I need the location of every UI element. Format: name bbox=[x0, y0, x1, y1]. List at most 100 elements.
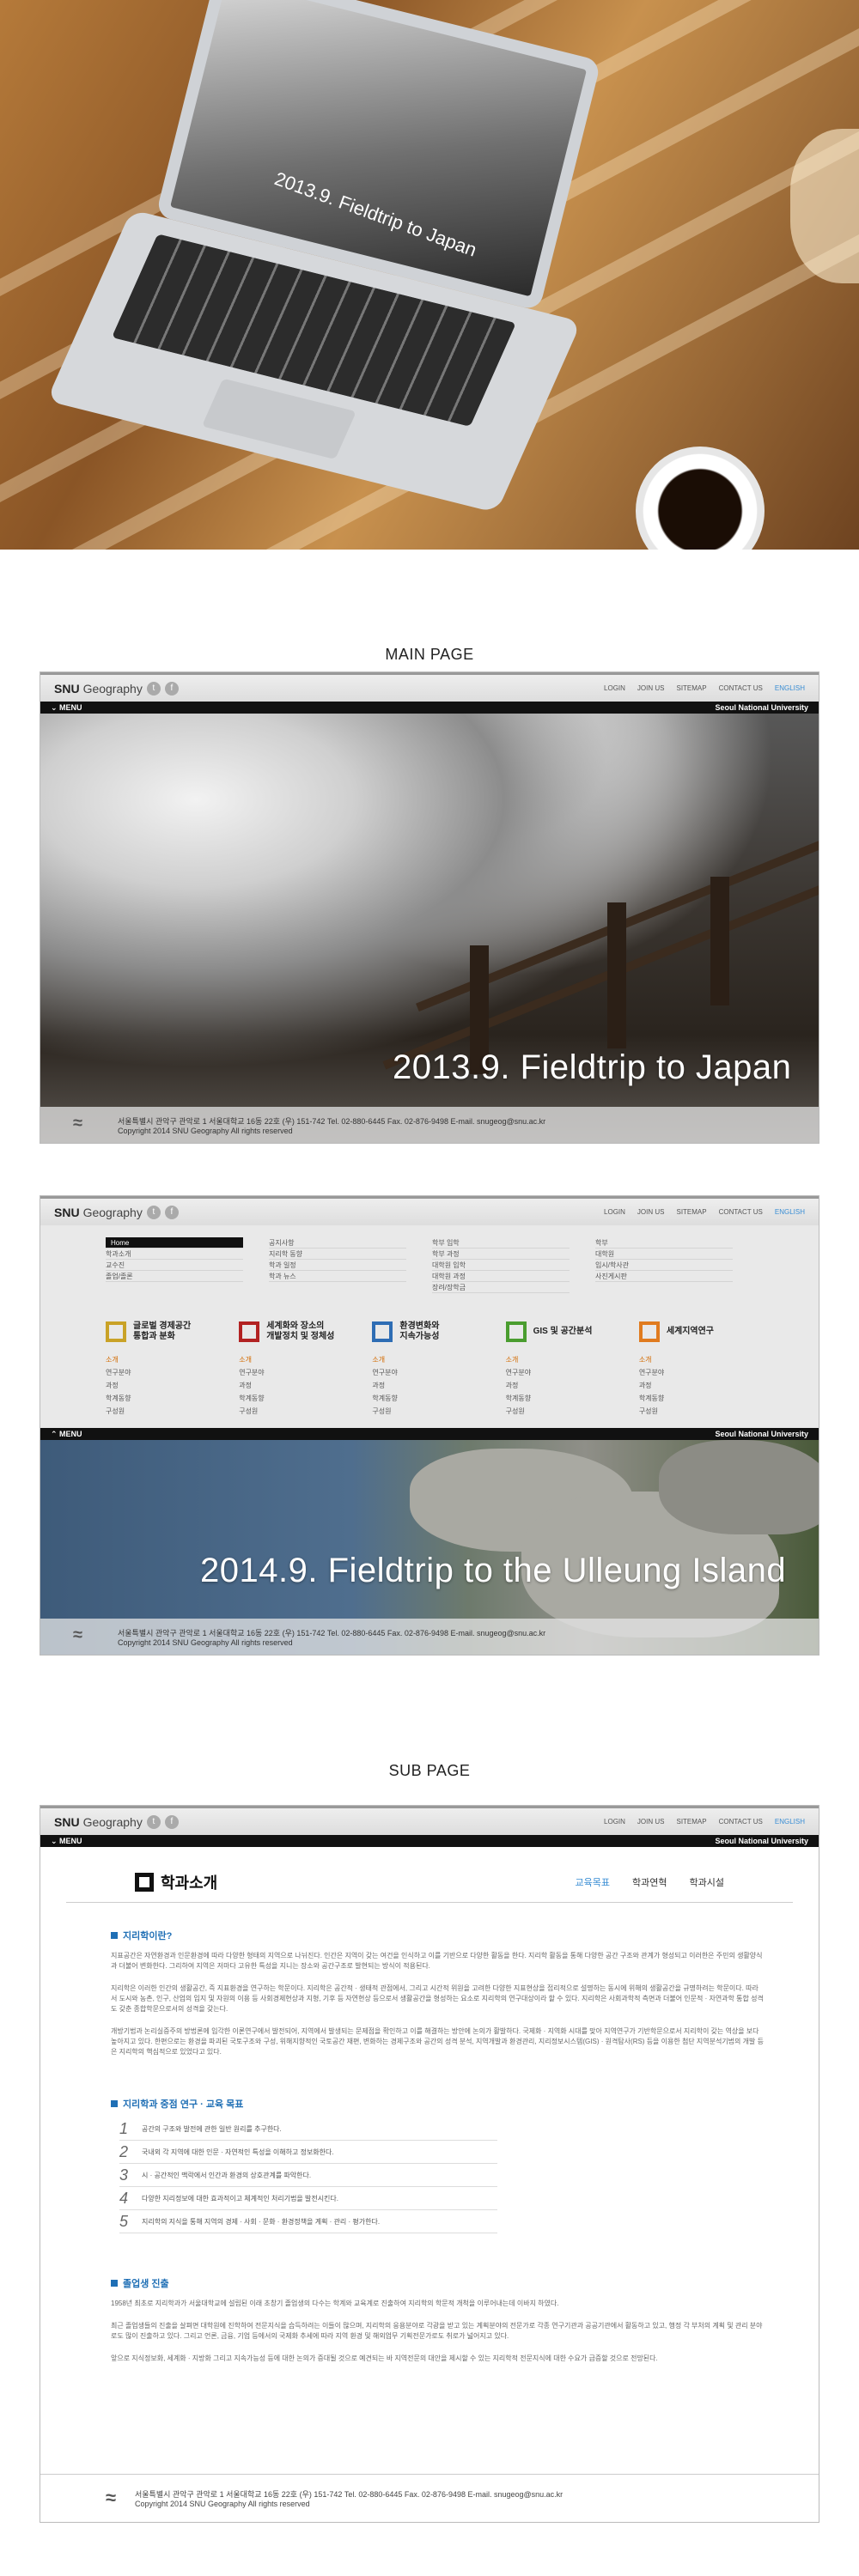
nav-english[interactable]: ENGLISH bbox=[775, 1208, 805, 1216]
card-header: 환경변화와 지속가능성 bbox=[372, 1317, 486, 1346]
card-header: 세계지역연구 bbox=[638, 1317, 753, 1346]
site-logo[interactable]: SNU Geography bbox=[54, 682, 143, 696]
card-links: 소개 연구분야 과정 학계동향 구성원 bbox=[239, 1355, 353, 1419]
card-link[interactable]: 구성원 bbox=[239, 1406, 353, 1419]
facebook-icon[interactable]: f bbox=[164, 1814, 179, 1829]
card-link[interactable]: 구성원 bbox=[106, 1406, 220, 1419]
twitter-icon[interactable]: t bbox=[146, 1205, 161, 1219]
nav-english[interactable]: ENGLISH bbox=[775, 684, 805, 692]
section-title: 지리학과 중점 연구 · 교육 목표 bbox=[111, 2097, 748, 2111]
nav-login[interactable]: LOGIN bbox=[604, 684, 625, 692]
twitter-icon[interactable]: t bbox=[146, 1814, 161, 1829]
goal-item: 2 국내외 각 지역에 대한 인문 · 자연적인 특성을 이해하고 정보화한다. bbox=[119, 2141, 497, 2164]
menu-item[interactable]: 학과 뉴스 bbox=[269, 1271, 406, 1282]
menu-item[interactable]: 대학원 입학 bbox=[432, 1260, 570, 1271]
tab-facilities[interactable]: 학과시설 bbox=[690, 1875, 724, 1889]
goal-item: 3 시 · 공간적인 맥락에서 인간과 환경의 상호관계를 파악한다. bbox=[119, 2164, 497, 2187]
menu-toggle[interactable]: ⌄ MENU bbox=[51, 703, 82, 713]
card-link[interactable]: 소개 bbox=[239, 1355, 353, 1368]
nav-sitemap[interactable]: SITEMAP bbox=[676, 684, 706, 692]
card-link[interactable]: 과정 bbox=[106, 1381, 220, 1394]
menu-item[interactable]: 장려/장학금 bbox=[432, 1282, 570, 1293]
fence-post bbox=[607, 902, 626, 1048]
menu-toggle[interactable]: ⌃ MENU bbox=[51, 1430, 82, 1439]
card-link[interactable]: 연구분야 bbox=[239, 1368, 353, 1381]
menu-toggle[interactable]: ⌄ MENU bbox=[51, 1837, 82, 1846]
nav-join[interactable]: JOIN US bbox=[637, 1818, 665, 1826]
paragraph: 최근 졸업생들의 진출을 살펴면 대학원에 진학하여 전문지식을 습득하려는 이… bbox=[111, 2322, 763, 2340]
card-link[interactable]: 소개 bbox=[106, 1355, 220, 1368]
site-logo[interactable]: SNU Geography bbox=[54, 1815, 143, 1829]
card-link[interactable]: 학계동향 bbox=[106, 1394, 220, 1406]
card-link[interactable]: 과정 bbox=[239, 1381, 353, 1394]
nav-login[interactable]: LOGIN bbox=[604, 1818, 625, 1826]
card-link[interactable]: 연구분야 bbox=[506, 1368, 620, 1381]
footer-address: 서울특별시 관악구 관악로 1 서울대학교 16동 22호 (우) 151-74… bbox=[135, 2490, 564, 2499]
menu-item[interactable]: 학부 과정 bbox=[432, 1249, 570, 1260]
laptop-screen-caption: 2013.9. Fieldtrip to Japan bbox=[271, 167, 480, 261]
card-link[interactable]: 연구분야 bbox=[106, 1368, 220, 1381]
card-link[interactable]: 소개 bbox=[639, 1355, 753, 1368]
card-link[interactable]: 소개 bbox=[372, 1355, 486, 1368]
card-link[interactable]: 학계동향 bbox=[639, 1394, 753, 1406]
menu-item[interactable]: 지리학 동향 bbox=[269, 1249, 406, 1260]
nav-login[interactable]: LOGIN bbox=[604, 1208, 625, 1216]
tab-education-goals[interactable]: 교육목표 bbox=[576, 1875, 610, 1889]
card-square-icon bbox=[106, 1321, 126, 1342]
menu-column-board: 학부 대학원 입시/학사관 사진게시판 bbox=[595, 1237, 733, 1293]
nav-contact[interactable]: CONTACT US bbox=[719, 1818, 763, 1826]
menu-item[interactable]: 공지사항 bbox=[269, 1237, 406, 1249]
card-link[interactable]: 과정 bbox=[372, 1381, 486, 1394]
card-links: 소개 연구분야 과정 학계동향 구성원 bbox=[506, 1355, 620, 1419]
site-logo[interactable]: SNU Geography bbox=[54, 1206, 143, 1219]
menu-item[interactable]: 학부 bbox=[595, 1237, 733, 1249]
paragraph: 앞으로 지식정보화, 세계화 · 지방화 그리고 지속가능성 등에 대한 논의가… bbox=[111, 2354, 658, 2362]
nav-sitemap[interactable]: SITEMAP bbox=[676, 1818, 706, 1826]
menu-item[interactable]: 학부 입학 bbox=[432, 1237, 570, 1249]
menu-item[interactable]: 학과소개 bbox=[106, 1249, 243, 1260]
coffee-cup bbox=[636, 447, 765, 550]
menu-item[interactable]: 교수진 bbox=[106, 1260, 243, 1271]
card-link[interactable]: 학계동향 bbox=[372, 1394, 486, 1406]
card-link[interactable]: 연구분야 bbox=[372, 1368, 486, 1381]
goal-item: 5 지리학의 지식을 통해 지역의 경제 · 사회 · 문화 · 환경정책을 계획… bbox=[119, 2210, 497, 2233]
nav-sitemap[interactable]: SITEMAP bbox=[676, 1208, 706, 1216]
card-link[interactable]: 구성원 bbox=[639, 1406, 753, 1419]
facebook-icon[interactable]: f bbox=[164, 1205, 179, 1219]
card-link[interactable]: 소개 bbox=[506, 1355, 620, 1368]
facebook-icon[interactable]: f bbox=[164, 681, 179, 696]
nav-join[interactable]: JOIN US bbox=[637, 1208, 665, 1216]
nav-join[interactable]: JOIN US bbox=[637, 684, 665, 692]
research-card[interactable]: 세계화와 장소의 개발정치 및 정체성 소개 연구분야 과정 학계동향 구성원 bbox=[239, 1317, 353, 1419]
twitter-icon[interactable]: t bbox=[146, 681, 161, 696]
card-link[interactable]: 구성원 bbox=[506, 1406, 620, 1419]
card-title: GIS 및 공간분석 bbox=[533, 1327, 593, 1336]
footer-copyright: Copyright 2014 SNU Geography All rights … bbox=[118, 1126, 293, 1135]
card-link[interactable]: 연구분야 bbox=[639, 1368, 753, 1381]
research-card[interactable]: 세계지역연구소개 연구분야 과정 학계동향 구성원 bbox=[638, 1317, 753, 1419]
menu-item[interactable]: 사진게시판 bbox=[595, 1271, 733, 1282]
menu-item[interactable]: 입시/학사관 bbox=[595, 1260, 733, 1271]
goal-list: 1 공간의 구조와 발전에 관한 일반 원리를 추구한다. 2 국내외 각 지역에 대… bbox=[111, 2117, 748, 2233]
menu-bar: ⌄ MENU Seoul National University bbox=[40, 702, 819, 714]
research-card[interactable]: GIS 및 공간분석소개 연구분야 과정 학계동향 구성원 bbox=[505, 1317, 620, 1419]
menu-item-home[interactable]: Home bbox=[106, 1237, 243, 1249]
card-link[interactable]: 과정 bbox=[506, 1381, 620, 1394]
menu-item[interactable]: 학과 일정 bbox=[269, 1260, 406, 1271]
card-link[interactable]: 구성원 bbox=[372, 1406, 486, 1419]
research-card[interactable]: 환경변화와 지속가능성소개 연구분야 과정 학계동향 구성원 bbox=[372, 1317, 486, 1419]
card-link[interactable]: 학계동향 bbox=[506, 1394, 620, 1406]
menu-item[interactable]: 대학원 bbox=[595, 1249, 733, 1260]
nav-english[interactable]: ENGLISH bbox=[775, 1818, 805, 1826]
menu-item[interactable]: 대학원 과정 bbox=[432, 1271, 570, 1282]
footer-logo-icon: ≈ bbox=[73, 1114, 82, 1133]
footer-copyright: Copyright 2014 SNU Geography All rights … bbox=[135, 2500, 310, 2508]
card-link[interactable]: 과정 bbox=[639, 1381, 753, 1394]
nav-contact[interactable]: CONTACT US bbox=[719, 684, 763, 692]
card-square-icon bbox=[372, 1321, 393, 1342]
research-card[interactable]: 글로벌 경제공간 통합과 분화 소개 연구분야 과정 학계동향 구성원 bbox=[106, 1317, 220, 1419]
menu-item[interactable]: 졸업/졸론 bbox=[106, 1271, 243, 1282]
card-link[interactable]: 학계동향 bbox=[239, 1394, 353, 1406]
tab-history[interactable]: 학과연혁 bbox=[632, 1875, 667, 1889]
nav-contact[interactable]: CONTACT US bbox=[719, 1208, 763, 1216]
